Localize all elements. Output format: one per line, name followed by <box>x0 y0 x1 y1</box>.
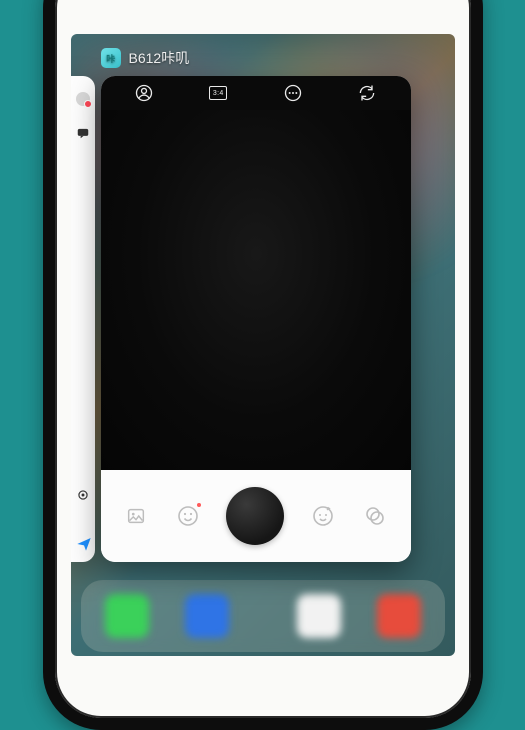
home-icon[interactable] <box>133 82 155 104</box>
home-dock <box>81 580 445 652</box>
filter-icon[interactable] <box>362 503 388 529</box>
dock-app-2 <box>185 594 229 638</box>
location-icon <box>76 488 90 502</box>
camera-top-bar: 3:4 <box>101 76 411 110</box>
app-switcher-card-previous[interactable] <box>71 76 95 562</box>
phone-frame: 咔 B612咔叽 3:4 <box>43 0 483 730</box>
app-switcher-title: 咔 B612咔叽 <box>101 48 190 68</box>
avatar-icon <box>76 92 90 106</box>
app-icon: 咔 <box>101 48 121 68</box>
aspect-ratio-button[interactable]: 3:4 <box>207 82 229 104</box>
camera-viewfinder[interactable] <box>101 110 411 470</box>
phone-screen: 咔 B612咔叽 3:4 <box>71 34 455 656</box>
camera-bottom-bar <box>101 470 411 562</box>
shutter-button[interactable] <box>226 487 284 545</box>
send-icon <box>76 536 92 552</box>
notification-dot <box>197 503 201 507</box>
app-name-label: B612咔叽 <box>129 48 190 68</box>
dock-app-4 <box>377 594 421 638</box>
more-icon[interactable] <box>282 82 304 104</box>
gallery-icon[interactable] <box>123 503 149 529</box>
app-switcher-card-b612[interactable]: 3:4 <box>101 76 411 562</box>
camera-flip-icon[interactable] <box>356 82 378 104</box>
chat-icon <box>76 126 90 140</box>
dock-app-3 <box>297 594 341 638</box>
dock-app-1 <box>105 594 149 638</box>
aspect-ratio-label: 3:4 <box>209 86 227 100</box>
sticker-icon[interactable] <box>175 503 201 529</box>
beauty-icon[interactable] <box>310 503 336 529</box>
